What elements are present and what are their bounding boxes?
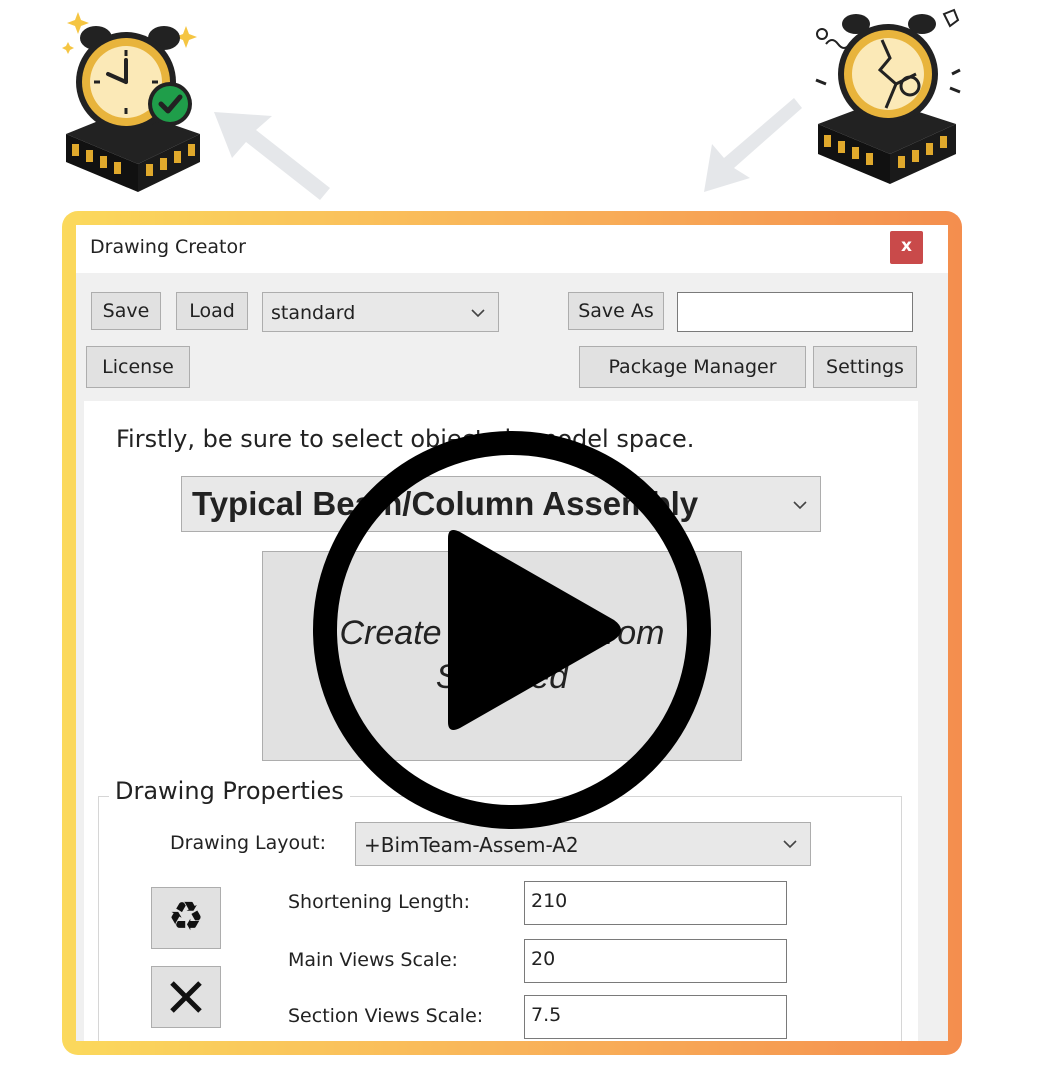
drawing-properties-group: Drawing Properties Drawing Layout: +BimT…	[98, 777, 902, 1041]
close-icon	[170, 981, 202, 1013]
save-as-name-input[interactable]	[677, 292, 913, 332]
section-views-scale-input[interactable]: 7.5	[524, 995, 787, 1039]
alarm-clock-checkmark-icon	[62, 12, 200, 192]
chevron-down-icon	[471, 309, 485, 318]
section-views-scale-label: Section Views Scale:	[288, 1005, 484, 1027]
profile-select[interactable]: standard	[262, 292, 499, 332]
play-icon[interactable]	[312, 430, 712, 830]
shortening-length-input[interactable]: 210	[524, 881, 787, 925]
window-title: Drawing Creator	[90, 236, 246, 258]
title-bar: Drawing Creator x	[76, 225, 948, 273]
drawing-layout-value: +BimTeam-Assem-A2	[364, 833, 579, 857]
drawing-layout-label: Drawing Layout:	[170, 832, 327, 854]
package-manager-button[interactable]: Package Manager	[579, 346, 806, 388]
chevron-down-icon	[783, 840, 797, 849]
main-views-scale-label: Main Views Scale:	[288, 949, 458, 971]
arrow-down-left-icon	[704, 98, 802, 192]
recycle-button[interactable]: ♻	[151, 887, 221, 949]
close-button[interactable]: x	[890, 231, 923, 264]
main-views-scale-input[interactable]: 20	[524, 939, 787, 983]
broken-alarm-clock-icon	[815, 8, 961, 184]
profile-select-value: standard	[271, 302, 356, 324]
settings-button[interactable]: Settings	[813, 346, 917, 388]
clear-button[interactable]	[151, 966, 221, 1028]
save-button[interactable]: Save	[91, 292, 161, 330]
chevron-down-icon	[793, 501, 807, 510]
license-button[interactable]: License	[86, 346, 190, 388]
load-button[interactable]: Load	[176, 292, 248, 330]
recycle-icon: ♻	[168, 894, 204, 940]
arrow-up-left-icon	[214, 112, 330, 200]
shortening-length-label: Shortening Length:	[288, 891, 471, 913]
save-as-button[interactable]: Save As	[568, 292, 664, 330]
